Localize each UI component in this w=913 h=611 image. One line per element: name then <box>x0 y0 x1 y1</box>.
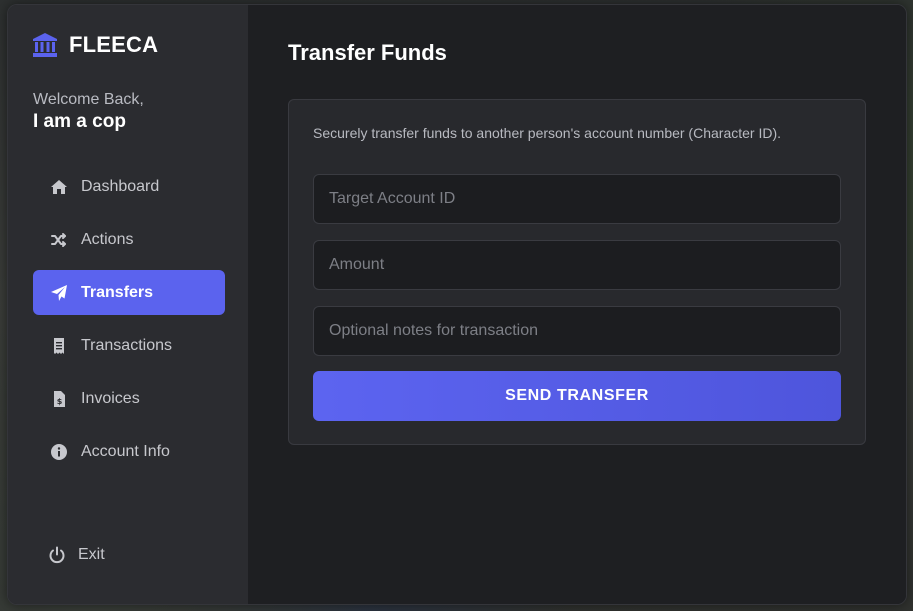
sidebar-item-actions[interactable]: Actions <box>33 217 225 262</box>
welcome-block: Welcome Back, I am a cop <box>33 91 144 133</box>
brand-name: FLEECA <box>69 32 159 57</box>
bank-window: FLEECA Welcome Back, I am a cop Dashboar… <box>7 4 907 605</box>
transfer-card: Securely transfer funds to another perso… <box>288 99 866 445</box>
send-transfer-button[interactable]: SEND TRANSFER <box>313 371 841 421</box>
receipt-icon <box>49 336 69 356</box>
sidebar-item-label: Invoices <box>81 389 140 407</box>
exit-label: Exit <box>78 546 105 563</box>
paper-plane-icon <box>49 283 69 303</box>
sidebar-item-transfers[interactable]: Transfers <box>33 270 225 315</box>
user-name: I am a cop <box>33 111 126 132</box>
welcome-label: Welcome Back, <box>33 91 144 108</box>
sidebar-item-invoices[interactable]: $ Invoices <box>33 376 225 421</box>
invoice-icon: $ <box>49 389 69 409</box>
power-icon <box>48 545 66 565</box>
sidebar-item-label: Transactions <box>81 336 172 354</box>
sidebar-item-label: Account Info <box>81 442 170 460</box>
shuffle-icon <box>49 230 69 250</box>
sidebar-item-transactions[interactable]: Transactions <box>33 323 225 368</box>
bank-icon <box>32 32 58 58</box>
sidebar: FLEECA Welcome Back, I am a cop Dashboar… <box>8 5 248 604</box>
sidebar-item-label: Transfers <box>81 283 154 301</box>
main-content: Transfer Funds Securely transfer funds t… <box>248 5 906 604</box>
sidebar-nav: Dashboard Actions Transfers Transactions… <box>33 164 225 482</box>
info-icon <box>49 442 69 462</box>
brand: FLEECA <box>32 32 158 58</box>
notes-input[interactable] <box>313 306 841 356</box>
sidebar-item-dashboard[interactable]: Dashboard <box>33 164 225 209</box>
amount-input[interactable] <box>313 240 841 290</box>
page-title: Transfer Funds <box>288 40 447 65</box>
exit-button[interactable]: Exit <box>48 545 105 565</box>
sidebar-item-label: Actions <box>81 230 134 248</box>
sidebar-item-label: Dashboard <box>81 177 160 195</box>
svg-text:$: $ <box>57 397 63 406</box>
transfer-description: Securely transfer funds to another perso… <box>313 125 782 141</box>
home-icon <box>49 177 69 197</box>
sidebar-item-account-info[interactable]: Account Info <box>33 429 225 474</box>
target-account-input[interactable] <box>313 174 841 224</box>
